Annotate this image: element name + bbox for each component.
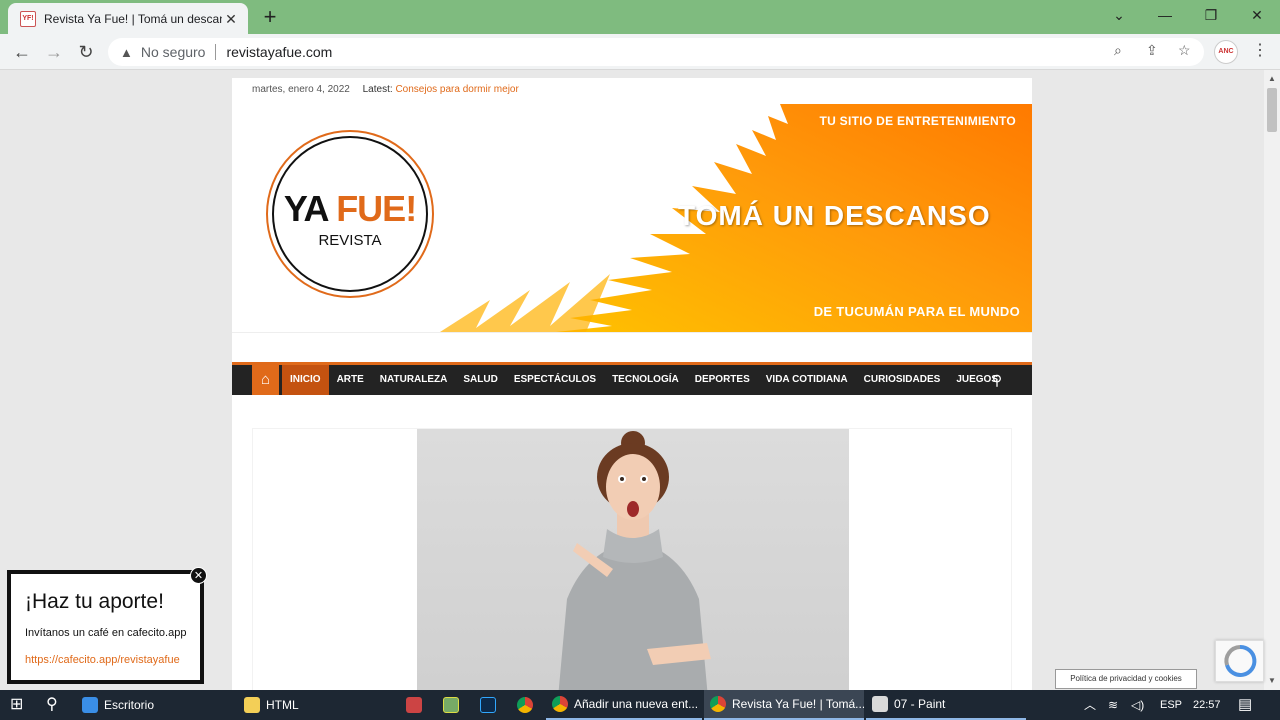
chrome-icon — [552, 696, 568, 712]
nav-item-vida-cotidiana[interactable]: VIDA COTIDIANA — [758, 365, 856, 395]
current-date: martes, enero 4, 2022 — [252, 84, 350, 95]
volume-icon[interactable]: ◁) — [1131, 690, 1144, 720]
windows-taskbar: ⊞ ⚲ Escritorio HTML Añadir una nueva ent… — [0, 690, 1280, 720]
security-label: No seguro — [140, 44, 206, 60]
banner-tagline-bottom: DE TUCUMÁN PARA EL MUNDO — [813, 304, 1020, 319]
latest-label: Latest: — [362, 84, 393, 95]
wifi-icon[interactable]: ≋ — [1108, 690, 1118, 720]
nav-items: INICIO ARTE NATURALEZA SALUD ESPECTÁCULOS TEC… — [282, 365, 1006, 395]
popup-title: ¡Haz tu aporte! — [25, 590, 164, 613]
chrome-icon[interactable] — [517, 697, 533, 713]
site-logo[interactable]: YA FUE! REVISTA — [266, 130, 434, 298]
divider — [215, 44, 217, 60]
site-page: martes, enero 4, 2022 Latest: Consejos p… — [232, 78, 1032, 690]
nav-item-espectáculos[interactable]: ESPECTÁCULOS — [506, 365, 604, 395]
privacy-cookies-button[interactable]: Política de privacidad y cookies — [1055, 669, 1197, 689]
tab-title: Revista Ya Fue! | Tomá un descanso — [44, 11, 222, 26]
recaptcha-icon — [1224, 644, 1257, 677]
browser-toolbar: ← → ↻ ▲ No seguro revistayafue.com ⌕ ⇪ ☆… — [0, 34, 1280, 70]
address-bar[interactable]: ▲ No seguro revistayafue.com ⌕ ⇪ ☆ — [108, 38, 1204, 66]
popup-close-icon[interactable]: ✕ — [190, 567, 207, 584]
scroll-down-icon[interactable]: ▼ — [1268, 676, 1276, 685]
desktop-icon — [82, 697, 98, 713]
tray-chevron-icon[interactable]: ︿ — [1084, 690, 1096, 720]
warning-icon[interactable]: ▲ — [120, 45, 133, 60]
zoom-icon[interactable]: ⌕ — [1114, 42, 1122, 59]
featured-article[interactable] — [252, 428, 1012, 690]
tab-search-icon[interactable]: ⌄ — [1104, 4, 1134, 26]
tab-close-icon[interactable]: ✕ — [222, 10, 240, 28]
forward-icon[interactable]: → — [42, 40, 66, 64]
logo-fue: FUE! — [336, 188, 417, 229]
nav-item-naturaleza[interactable]: NATURALEZA — [372, 365, 456, 395]
taskbar-chrome-window-2[interactable]: Revista Ya Fue! | Tomá... — [704, 690, 864, 720]
scroll-up-icon[interactable]: ▲ — [1268, 74, 1276, 83]
header-banner[interactable]: TU SITIO DE ENTRETENIMIENTO TOMÁ UN DESC… — [380, 104, 1032, 332]
donation-popup: ¡Haz tu aporte! Invítanos un café en caf… — [7, 570, 204, 684]
recaptcha-badge[interactable] — [1215, 640, 1264, 682]
restore-button[interactable]: ❐ — [1196, 4, 1226, 26]
reload-icon[interactable]: ↻ — [74, 40, 98, 64]
taskbar-desktop[interactable]: Escritorio — [76, 690, 236, 720]
search-icon[interactable]: ⚲ — [988, 365, 1006, 395]
logo-wordmark: YA FUE! — [268, 188, 432, 230]
browser-tab[interactable]: YF! Revista Ya Fue! | Tomá un descanso ✕ — [8, 3, 248, 34]
main-navigation: ⌂ INICIO ARTE NATURALEZA SALUD ESPECTÁCULOS T… — [232, 362, 1032, 395]
url-text[interactable]: revistayafue.com — [226, 44, 332, 60]
nav-item-deportes[interactable]: DEPORTES — [687, 365, 758, 395]
close-window-button[interactable]: ✕ — [1242, 4, 1272, 26]
paint-label: 07 - Paint — [894, 697, 946, 711]
nav-item-tecnología[interactable]: TECNOLOGÍA — [604, 365, 687, 395]
header-divider — [232, 332, 1032, 333]
taskbar-html-folder[interactable]: HTML — [238, 690, 398, 720]
chrome-icon — [710, 696, 726, 712]
language-indicator[interactable]: ESP — [1160, 690, 1182, 720]
featured-image[interactable] — [417, 429, 849, 690]
top-info-bar: martes, enero 4, 2022 Latest: Consejos p… — [252, 84, 519, 95]
notifications-icon[interactable]: ▤ — [1238, 690, 1252, 720]
windows-start-icon[interactable]: ⊞ — [10, 690, 23, 720]
new-tab-button[interactable]: + — [258, 6, 282, 30]
chrome-window-1-label: Añadir una nueva ent... — [574, 697, 699, 711]
logo-ya: YA — [283, 188, 337, 229]
profile-avatar[interactable]: ANC — [1214, 40, 1238, 64]
kebab-menu-icon[interactable]: ⋮ — [1250, 40, 1270, 64]
nav-item-arte[interactable]: ARTE — [329, 365, 372, 395]
nav-item-inicio[interactable]: INICIO — [282, 365, 329, 395]
app-icon-2[interactable] — [443, 697, 459, 713]
scroll-thumb[interactable] — [1267, 88, 1277, 132]
taskbar-paint[interactable]: 07 - Paint — [866, 690, 1026, 720]
taskbar-chrome-window-1[interactable]: Añadir una nueva ent... — [546, 690, 702, 720]
clock[interactable]: 22:57 — [1193, 690, 1221, 720]
home-icon[interactable]: ⌂ — [252, 365, 279, 395]
page-scrollbar[interactable]: ▲ ▼ — [1264, 70, 1280, 690]
popup-link[interactable]: https://cafecito.app/revistayafue — [25, 654, 180, 666]
woman-photo-illustration — [558, 431, 711, 690]
browser-tab-bar: YF! Revista Ya Fue! | Tomá un descanso ✕… — [0, 0, 1280, 34]
site-favicon: YF! — [20, 10, 36, 27]
logo-subtitle: REVISTA — [318, 232, 382, 249]
share-icon[interactable]: ⇪ — [1146, 42, 1158, 59]
paint-icon — [872, 696, 888, 712]
latest-article-link[interactable]: Consejos para dormir mejor — [395, 84, 518, 95]
desktop-label: Escritorio — [104, 698, 155, 712]
photoshop-icon[interactable] — [480, 697, 496, 713]
folder-icon — [244, 697, 260, 713]
nav-item-salud[interactable]: SALUD — [455, 365, 505, 395]
popup-subtitle: Invítanos un café en cafecito.app — [25, 627, 187, 639]
banner-tagline-top: TU SITIO DE ENTRETENIMIENTO — [819, 114, 1016, 128]
banner-headline: TOMÁ UN DESCANSO — [678, 200, 991, 231]
minimize-button[interactable]: — — [1150, 4, 1180, 26]
nav-item-curiosidades[interactable]: CURIOSIDADES — [856, 365, 949, 395]
html-folder-label: HTML — [266, 698, 299, 712]
back-icon[interactable]: ← — [10, 40, 34, 64]
bookmark-star-icon[interactable]: ☆ — [1178, 42, 1191, 59]
taskbar-search-icon[interactable]: ⚲ — [46, 690, 58, 720]
chrome-window-2-label: Revista Ya Fue! | Tomá... — [732, 697, 864, 711]
app-icon-1[interactable] — [406, 697, 422, 713]
